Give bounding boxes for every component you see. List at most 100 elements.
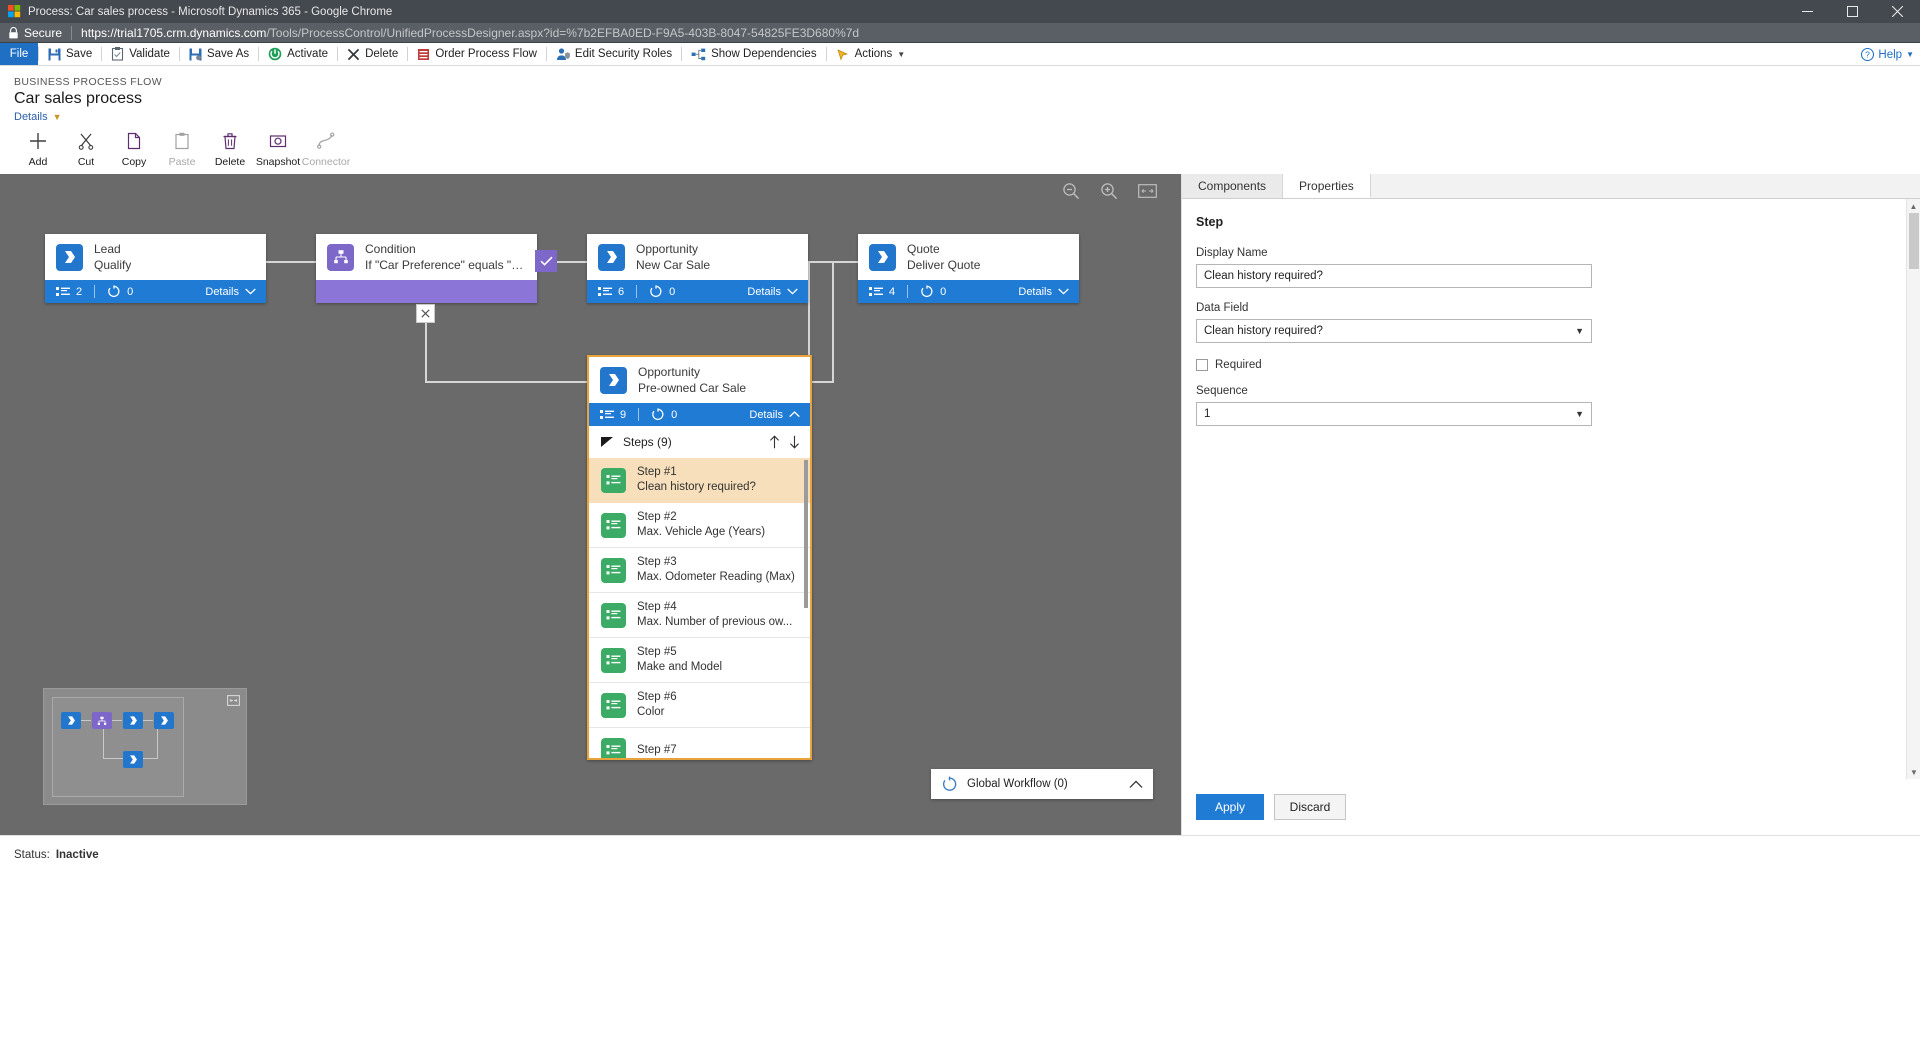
data-field-select[interactable]: Clean history required? ▼ — [1196, 319, 1592, 343]
scissors-icon — [78, 133, 94, 150]
connector-tool-button[interactable]: Connector — [302, 131, 350, 168]
stage-entity: Opportunity — [638, 364, 701, 379]
details-label: Details — [14, 111, 48, 123]
paste-tool-button[interactable]: Paste — [158, 131, 206, 168]
required-checkbox-row[interactable]: Required — [1196, 359, 1906, 371]
step-name: Step #3 — [637, 556, 677, 568]
step-desc: Max. Vehicle Age (Years) — [637, 526, 766, 538]
connector-line — [832, 261, 834, 383]
list-item[interactable]: Step #1 Clean history required? — [589, 458, 810, 503]
chevron-up-icon[interactable] — [1129, 779, 1143, 789]
condition-true-branch-badge[interactable] — [535, 250, 557, 272]
tab-components[interactable]: Components — [1182, 174, 1284, 198]
help-area[interactable]: ? Help ▼ — [1861, 43, 1914, 66]
stage-node-footer: 4 0 Details — [858, 280, 1079, 303]
stage-details-toggle[interactable]: Details — [205, 286, 256, 298]
stage-arrow-icon — [600, 366, 627, 394]
list-item[interactable]: Step #7 — [589, 728, 810, 758]
copy-tool-button[interactable]: Copy — [110, 131, 158, 168]
step-name: Step #4 — [637, 601, 677, 613]
edit-security-roles-button[interactable]: Edit Security Roles — [547, 43, 681, 65]
stage-node-lead[interactable]: Lead Qualify 2 0 Details — [45, 234, 266, 303]
close-button[interactable] — [1875, 0, 1920, 23]
required-checkbox[interactable] — [1196, 359, 1208, 371]
scroll-up-arrow[interactable]: ▲ — [1907, 199, 1920, 213]
canvas-minimap[interactable] — [43, 688, 247, 805]
browser-address-bar[interactable]: Secure https://trial1705.crm.dynamics.co… — [0, 23, 1920, 43]
add-tool-button[interactable]: Add — [14, 131, 62, 168]
minimap-node — [154, 712, 174, 729]
list-item[interactable]: Step #4 Max. Number of previous ow... — [589, 593, 810, 638]
panel-footer: Apply Discard — [1182, 779, 1920, 835]
minimap-viewport[interactable] — [52, 697, 184, 797]
file-menu-button[interactable]: File — [0, 43, 38, 65]
delete-button[interactable]: Delete — [338, 43, 407, 65]
scroll-down-arrow[interactable]: ▼ — [1907, 765, 1920, 779]
stage-details-toggle[interactable]: Details — [747, 286, 798, 298]
list-item[interactable]: Step #5 Make and Model — [589, 638, 810, 683]
arrow-down-icon[interactable] — [789, 435, 800, 449]
condition-node-footer — [316, 280, 537, 303]
scroll-thumb[interactable] — [1909, 213, 1919, 269]
list-item[interactable]: Step #2 Max. Vehicle Age (Years) — [589, 503, 810, 548]
data-field-label: Data Field — [1196, 302, 1249, 314]
maximize-button[interactable] — [1830, 0, 1875, 23]
order-process-flow-button[interactable]: Order Process Flow — [408, 43, 546, 65]
connector-line — [556, 261, 587, 263]
stage-node-quote[interactable]: Quote Deliver Quote 4 0 Details — [858, 234, 1079, 303]
steps-list[interactable]: Step #1 Clean history required? Step #2 … — [589, 458, 810, 758]
delete-tool-button[interactable]: Delete — [206, 131, 254, 168]
save-button[interactable]: Save — [39, 43, 101, 65]
stage-details-toggle[interactable]: Details — [1018, 286, 1069, 298]
snapshot-tool-button[interactable]: Snapshot — [254, 131, 302, 168]
stage-details-toggle[interactable]: Details — [749, 409, 800, 421]
chevron-down-icon — [787, 288, 798, 295]
stage-node-footer: 6 0 Details — [587, 280, 808, 303]
steps-list-icon — [869, 286, 883, 296]
panel-section-title: Step — [1196, 215, 1224, 229]
show-dependencies-icon — [691, 48, 706, 60]
arrow-up-icon[interactable] — [769, 435, 780, 449]
workflow-count-value: 0 — [671, 408, 678, 421]
process-canvas[interactable]: Lead Qualify 2 0 Details Condition If "C… — [0, 174, 1181, 835]
window-title: Process: Car sales process - Microsoft D… — [28, 5, 393, 18]
condition-node[interactable]: Condition If "Car Preference" equals "Ne… — [316, 234, 537, 303]
steps-panel-header[interactable]: Steps (9) — [589, 426, 810, 458]
details-label: Details — [749, 408, 783, 421]
global-workflow-bar[interactable]: Global Workflow (0) — [931, 769, 1153, 799]
condition-false-branch-badge[interactable] — [416, 304, 435, 323]
actions-menu-button[interactable]: Actions ▼ — [827, 43, 915, 65]
steps-scrollbar[interactable] — [804, 460, 808, 608]
stage-node-body: Opportunity Pre-owned Car Sale — [589, 357, 810, 403]
fit-to-screen-icon[interactable] — [1138, 184, 1157, 198]
tab-properties[interactable]: Properties — [1283, 174, 1371, 198]
expand-minimap-icon[interactable] — [227, 695, 240, 706]
save-as-button[interactable]: Save As — [180, 43, 258, 65]
sequence-select[interactable]: 1 ▼ — [1196, 402, 1592, 426]
minimize-button[interactable] — [1785, 0, 1830, 23]
workflow-count-value: 0 — [940, 285, 947, 298]
display-name-input[interactable] — [1196, 264, 1592, 288]
stage-entity: Opportunity — [636, 241, 699, 256]
discard-button[interactable]: Discard — [1274, 794, 1346, 820]
connector-line — [425, 381, 589, 383]
list-item[interactable]: Step #6 Color — [589, 683, 810, 728]
show-dependencies-button[interactable]: Show Dependencies — [682, 43, 826, 65]
panel-scrollbar[interactable]: ▲ ▼ — [1906, 199, 1920, 779]
cut-tool-button[interactable]: Cut — [62, 131, 110, 168]
details-label: Details — [1018, 285, 1052, 298]
workflow-count: 0 — [107, 285, 133, 298]
list-item[interactable]: Step #3 Max. Odometer Reading (Max) — [589, 548, 810, 593]
activate-button[interactable]: Activate — [259, 43, 337, 65]
validate-button[interactable]: Validate — [102, 43, 179, 65]
zoom-out-icon[interactable] — [1062, 182, 1080, 200]
zoom-in-icon[interactable] — [1100, 182, 1118, 200]
stage-node-new-car-sale[interactable]: Opportunity New Car Sale 6 0 Details — [587, 234, 808, 303]
steps-count-value: 2 — [76, 285, 83, 298]
chevron-down-icon: ▼ — [897, 49, 906, 59]
apply-button[interactable]: Apply — [1196, 794, 1264, 820]
details-toggle[interactable]: Details ▼ — [14, 111, 1920, 123]
stage-node-preowned-car-sale[interactable]: Opportunity Pre-owned Car Sale 9 0 Detai… — [587, 355, 812, 760]
address-divider — [71, 26, 73, 40]
lock-icon — [9, 27, 18, 39]
